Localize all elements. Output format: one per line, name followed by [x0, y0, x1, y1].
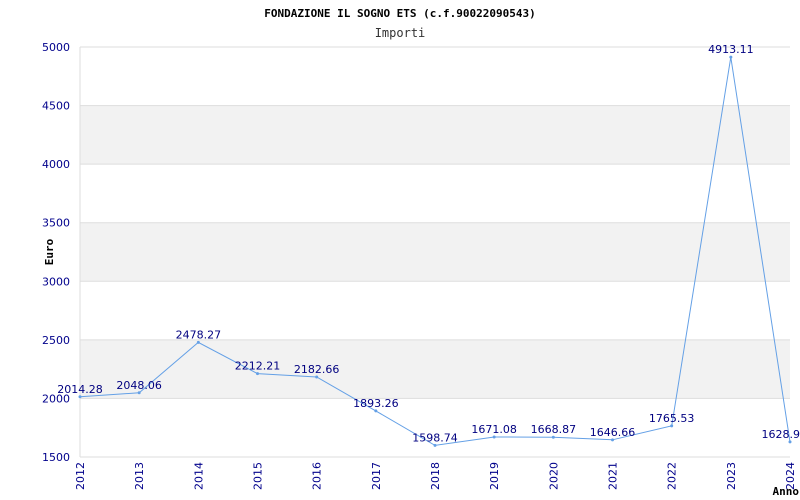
x-tick-label: 2021: [607, 462, 620, 490]
x-axis-ticks: 2012 2013 2014 2015 2016 2017 2018 2019 2020 2021…: [74, 462, 797, 490]
x-tick-label: 2013: [133, 462, 146, 490]
grid-band: [80, 339, 790, 399]
data-label: 2212.21: [235, 360, 281, 373]
data-label: 1646.66: [590, 426, 636, 439]
data-label: 1668.87: [531, 423, 577, 436]
x-tick-label: 2016: [311, 462, 324, 490]
chart-title: FONDAZIONE IL SOGNO ETS (c.f.90022090543…: [264, 7, 536, 20]
data-label: 2478.27: [176, 328, 222, 341]
x-tick-label: 2023: [725, 462, 738, 490]
data-label: 2182.66: [294, 363, 340, 376]
data-label: 1671.08: [471, 423, 517, 436]
data-label: 1598.74: [412, 431, 458, 444]
x-tick-label: 2014: [192, 462, 205, 490]
data-label: 1628.9: [762, 428, 800, 441]
x-tick-label: 2020: [547, 462, 560, 490]
data-label: 2048.06: [116, 379, 162, 392]
x-tick-label: 2018: [429, 462, 442, 490]
x-axis-label: Anno: [773, 485, 800, 498]
y-tick-label: 5000: [42, 41, 70, 54]
data-label: 2014.28: [57, 383, 103, 396]
grid-band: [80, 105, 790, 165]
y-tick-label: 1500: [42, 451, 70, 464]
y-tick-label: 3500: [42, 217, 70, 230]
data-label: 1765.53: [649, 412, 695, 425]
y-tick-label: 4000: [42, 158, 70, 171]
line-chart: FONDAZIONE IL SOGNO ETS (c.f.90022090543…: [42, 7, 800, 498]
y-tick-label: 4500: [42, 100, 70, 113]
grid-band: [80, 222, 790, 282]
x-tick-label: 2015: [252, 462, 265, 490]
data-label: 1893.26: [353, 397, 399, 410]
chart-subtitle: Importi: [375, 26, 426, 40]
data-label: 4913.11: [708, 43, 754, 56]
y-axis-label: Euro: [43, 238, 56, 265]
y-tick-label: 2500: [42, 334, 70, 347]
x-tick-label: 2017: [370, 462, 383, 490]
x-tick-label: 2012: [74, 462, 87, 490]
x-tick-label: 2022: [666, 462, 679, 490]
x-tick-label: 2019: [488, 462, 501, 490]
y-tick-label: 3000: [42, 275, 70, 288]
